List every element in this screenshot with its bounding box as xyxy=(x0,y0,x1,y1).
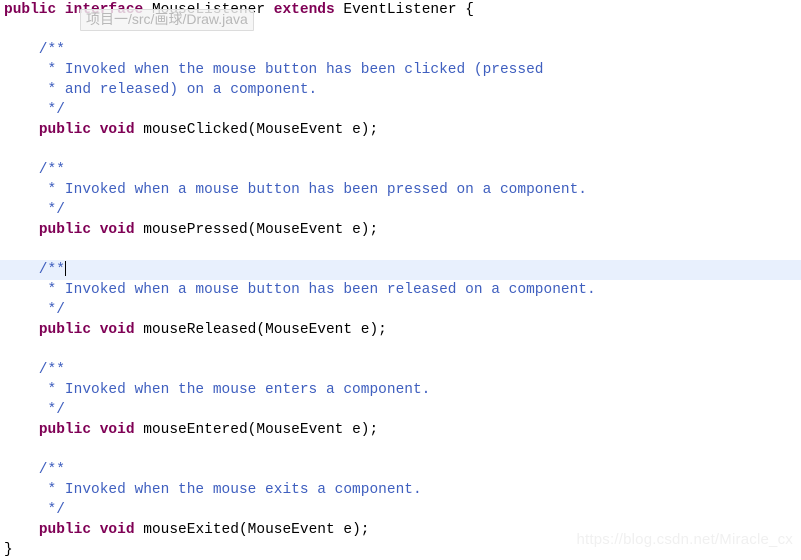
code-token-cmt: * Invoked when the mouse enters a compon… xyxy=(4,382,431,398)
code-token-cmt: /** xyxy=(4,362,65,378)
code-token-plain: mouseExited(MouseEvent e); xyxy=(134,522,370,538)
code-token-cmt: * and released) on a component. xyxy=(4,82,318,98)
code-line[interactable]: * and released) on a component. xyxy=(0,80,801,100)
code-line[interactable] xyxy=(0,20,801,40)
code-line[interactable]: public interface MouseListener extends E… xyxy=(0,0,801,20)
code-token-cmt: */ xyxy=(4,102,65,118)
code-line[interactable]: /** xyxy=(0,460,801,480)
code-line[interactable]: public void mouseEntered(MouseEvent e); xyxy=(0,420,801,440)
code-token-plain: } xyxy=(4,542,13,558)
code-line[interactable] xyxy=(0,240,801,260)
text-cursor xyxy=(64,261,66,276)
code-token-kw: void xyxy=(99,422,135,438)
code-token-kw: public xyxy=(38,522,92,538)
code-token-cmt: /** xyxy=(4,162,65,178)
code-token-kw: void xyxy=(99,122,135,138)
code-line[interactable]: public void mouseClicked(MouseEvent e); xyxy=(0,120,801,140)
code-token-plain: mouseClicked(MouseEvent e); xyxy=(134,122,379,138)
code-line[interactable]: */ xyxy=(0,400,801,420)
code-token-kw: public xyxy=(38,422,92,438)
code-line[interactable]: * Invoked when the mouse enters a compon… xyxy=(0,380,801,400)
code-token-plain: mousePressed(MouseEvent e); xyxy=(134,222,379,238)
code-line[interactable]: public void mouseExited(MouseEvent e); xyxy=(0,520,801,540)
code-token-cmt: * Invoked when the mouse button has been… xyxy=(4,62,544,78)
code-token-plain: mouseEntered(MouseEvent e); xyxy=(134,422,379,438)
code-token-cmt: /** xyxy=(4,42,65,58)
code-token-plain: MouseListener xyxy=(143,2,274,18)
code-line[interactable] xyxy=(0,440,801,460)
code-token-cmt: * Invoked when a mouse button has been r… xyxy=(4,282,596,298)
code-line[interactable]: */ xyxy=(0,100,801,120)
code-lines-container[interactable]: public interface MouseListener extends E… xyxy=(0,0,801,560)
code-token-cmt: /** xyxy=(4,262,65,278)
code-line[interactable] xyxy=(0,140,801,160)
code-editor[interactable]: public interface MouseListener extends E… xyxy=(0,0,801,560)
code-token-kw: extends xyxy=(273,2,335,18)
code-line[interactable]: } xyxy=(0,540,801,560)
code-line[interactable]: * Invoked when the mouse button has been… xyxy=(0,60,801,80)
code-token-cmt: */ xyxy=(4,202,65,218)
code-line[interactable]: * Invoked when the mouse exits a compone… xyxy=(0,480,801,500)
code-token-cmt: /** xyxy=(4,462,65,478)
code-line[interactable]: */ xyxy=(0,300,801,320)
code-token-kw: interface xyxy=(64,2,144,18)
code-line[interactable]: public void mouseReleased(MouseEvent e); xyxy=(0,320,801,340)
code-line[interactable]: * Invoked when a mouse button has been p… xyxy=(0,180,801,200)
code-token-kw: public xyxy=(4,2,57,18)
code-token-cmt: */ xyxy=(4,302,65,318)
code-token-cmt: */ xyxy=(4,502,65,518)
code-line[interactable]: */ xyxy=(0,200,801,220)
code-line[interactable]: /** xyxy=(0,360,801,380)
code-token-kw: public xyxy=(38,322,92,338)
code-token-cmt: * Invoked when a mouse button has been p… xyxy=(4,182,588,198)
code-token-plain: mouseReleased(MouseEvent e); xyxy=(134,322,387,338)
code-token-kw: void xyxy=(99,522,135,538)
code-token-kw: public xyxy=(38,122,92,138)
code-token-plain: EventListener { xyxy=(334,2,474,18)
code-token-kw: public xyxy=(38,222,92,238)
code-token-kw: void xyxy=(99,322,135,338)
code-token-cmt: */ xyxy=(4,402,65,418)
code-line[interactable]: public void mousePressed(MouseEvent e); xyxy=(0,220,801,240)
code-line[interactable]: * Invoked when a mouse button has been r… xyxy=(0,280,801,300)
code-token-cmt: * Invoked when the mouse exits a compone… xyxy=(4,482,422,498)
code-line[interactable]: /** xyxy=(0,260,801,280)
code-line[interactable] xyxy=(0,340,801,360)
code-token-kw: void xyxy=(99,222,135,238)
code-line[interactable]: */ xyxy=(0,500,801,520)
code-line[interactable]: /** xyxy=(0,160,801,180)
code-line[interactable]: /** xyxy=(0,40,801,60)
